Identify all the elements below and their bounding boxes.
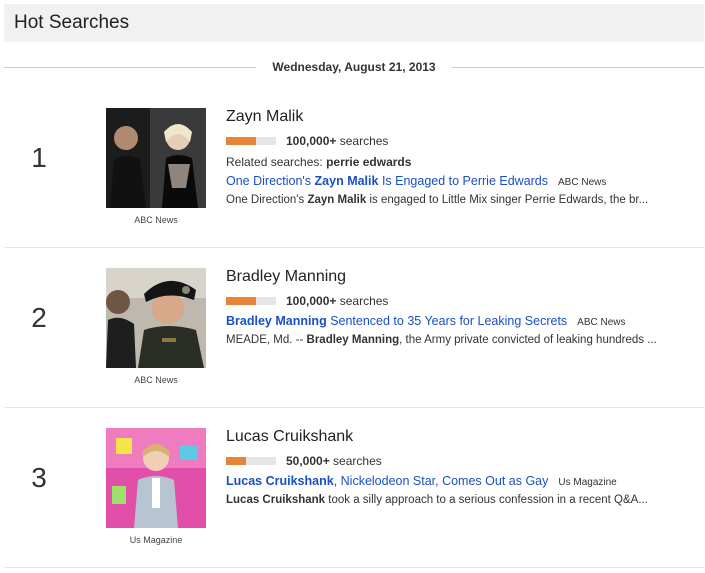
news-link-text: One Direction's [226, 174, 315, 188]
trend-rank: 1 [31, 142, 47, 173]
volume-label: 50,000+ searches [286, 454, 382, 468]
snippet-keyword: Lucas Cruikshank [226, 494, 326, 506]
volume-bar [226, 297, 276, 305]
volume-label: 100,000+ searches [286, 134, 388, 148]
news-article-link[interactable]: One Direction's Zayn Malik Is Engaged to… [226, 174, 548, 188]
news-link-keyword: Lucas Cruikshank [226, 474, 334, 488]
volume-bar [226, 137, 276, 145]
news-source: ABC News [577, 317, 626, 328]
divider-line-left [4, 66, 257, 68]
news-source: Us Magazine [558, 477, 617, 488]
trend-content: Lucas Cruikshank 50,000+ searches Lucas … [226, 426, 686, 508]
news-article: Lucas Cruikshank, Nickelodeon Star, Come… [226, 474, 686, 492]
volume-count: 100,000+ [286, 294, 337, 308]
volume-count: 100,000+ [286, 134, 337, 148]
news-link-text-rest: Sentenced to 35 Years for Leaking Secret… [326, 314, 568, 328]
volume-label: 100,000+ searches [286, 294, 388, 308]
trend-item: 2 ABC News Bradley Manning 100,000+ sear… [4, 248, 704, 408]
volume-bar-fill [226, 457, 246, 465]
trend-title[interactable]: Lucas Cruikshank [226, 426, 686, 448]
trend-image[interactable] [106, 108, 206, 208]
volume-suffix: searches [336, 294, 389, 308]
trend-image[interactable] [106, 428, 206, 528]
news-article: Bradley Manning Sentenced to 35 Years fo… [226, 314, 686, 332]
snippet-keyword: Bradley Manning [306, 334, 400, 346]
trend-rank: 3 [31, 462, 47, 493]
divider-line-right [451, 66, 705, 68]
photo-placeholder-icon [106, 108, 206, 208]
related-label: Related searches: [226, 155, 327, 169]
news-snippet: MEADE, Md. -- Bradley Manning, the Army … [226, 332, 678, 348]
trend-rank: 2 [31, 302, 47, 333]
news-source: ABC News [558, 177, 607, 188]
trend-image[interactable] [106, 268, 206, 368]
image-source: ABC News [134, 375, 178, 385]
related-search-link[interactable]: perrie edwards [326, 155, 411, 169]
search-volume: 100,000+ searches [226, 131, 686, 151]
trend-item: 1 ABC News Zayn Malik 100,000+ searches … [4, 88, 704, 248]
volume-bar [226, 457, 276, 465]
photo-placeholder-icon [106, 428, 206, 528]
search-volume: 100,000+ searches [226, 291, 686, 311]
related-searches: Related searches: perrie edwards [226, 153, 686, 171]
trend-item: 3 Us Magazine Lucas Cruikshank 50,000+ s… [4, 408, 704, 568]
date-label: Wednesday, August 21, 2013 [272, 60, 436, 74]
volume-suffix: searches [329, 454, 382, 468]
snippet-text-rest: took a silly approach to a serious confe… [325, 494, 648, 506]
trend-title[interactable]: Zayn Malik [226, 106, 686, 128]
date-divider: Wednesday, August 21, 2013 [4, 56, 705, 78]
volume-bar-fill [226, 137, 256, 145]
trend-title[interactable]: Bradley Manning [226, 266, 686, 288]
trend-content: Zayn Malik 100,000+ searches Related sea… [226, 106, 686, 208]
snippet-text: MEADE, Md. -- [226, 334, 307, 346]
news-article-link[interactable]: Lucas Cruikshank, Nickelodeon Star, Come… [226, 474, 548, 488]
news-link-keyword: Bradley Manning [226, 314, 327, 328]
news-article-link[interactable]: Bradley Manning Sentenced to 35 Years fo… [226, 314, 567, 328]
volume-suffix: searches [336, 134, 389, 148]
snippet-text-rest: is engaged to Little Mix singer Perrie E… [366, 194, 649, 206]
snippet-text: One Direction's [226, 194, 308, 206]
news-snippet: One Direction's Zayn Malik is engaged to… [226, 192, 678, 208]
news-link-text-rest: Is Engaged to Perrie Edwards [378, 174, 549, 188]
news-link-text-rest: , Nickelodeon Star, Comes Out as Gay [333, 474, 549, 488]
photo-placeholder-icon [106, 268, 206, 368]
snippet-keyword: Zayn Malik [307, 194, 367, 206]
volume-bar-fill [226, 297, 256, 305]
trend-content: Bradley Manning 100,000+ searches Bradle… [226, 266, 686, 348]
page-title: Hot Searches [14, 12, 130, 33]
search-volume: 50,000+ searches [226, 451, 686, 471]
volume-count: 50,000+ [286, 454, 330, 468]
image-source: Us Magazine [129, 535, 183, 545]
hot-searches-header: Hot Searches [4, 4, 704, 42]
news-link-keyword: Zayn Malik [314, 174, 379, 188]
news-snippet: Lucas Cruikshank took a silly approach t… [226, 492, 678, 508]
snippet-text-rest: , the Army private convicted of leaking … [399, 334, 657, 346]
image-source: ABC News [134, 215, 178, 225]
news-article: One Direction's Zayn Malik Is Engaged to… [226, 174, 686, 192]
